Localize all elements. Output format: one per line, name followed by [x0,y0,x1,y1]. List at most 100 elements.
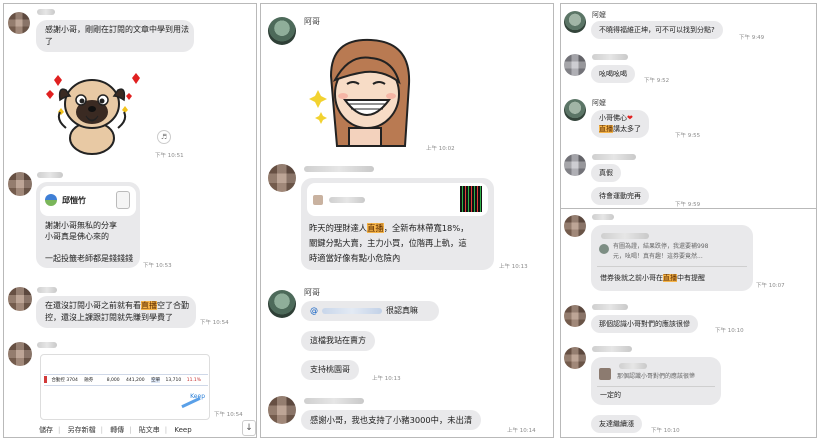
mention-at: @ [310,306,318,315]
message-bubble[interactable]: 小哥佛心❤ 直播講太多了 [591,110,649,138]
message-text: 時適當好像有點小危險內 [309,253,401,263]
chat-panel-3: 阿嬤 不曉得福維正坤，可不可以找到分點? 下午 9:49 吆喝吆喝 下午 9:5… [560,3,817,211]
sender-name [592,54,628,60]
timestamp: 下午 10:54 [214,412,243,418]
forward-button[interactable]: 轉傳 [110,426,124,434]
save-button[interactable]: 儲存 [39,426,53,434]
divider [597,386,715,387]
avatar[interactable] [8,12,30,34]
avatar[interactable] [8,172,32,196]
flag-icon [44,376,47,383]
message-text: 感謝小哥，剛剛在訂閱的文章中學到用法 [45,25,189,34]
message-text: 一起投籤老師都是錢錢錢 [45,254,133,263]
timestamp: 下午 9:49 [739,35,765,41]
timestamp: 下午 10:54 [200,320,229,326]
save-as-button[interactable]: 另存新檔 [68,426,96,434]
avatar[interactable] [268,396,296,424]
message-bubble[interactable]: 感謝小哥，剛剛在訂閱的文章中學到用法 了 [36,20,194,52]
mention-blur [322,307,382,314]
chat-panel-1: 感謝小哥，剛剛在訂閱的文章中學到用法 了 ♬ 下午 10:51 邱愷竹 謝謝小哥… [3,3,257,438]
quote-row: 合勤控 3704 融券 8,000 441,200 空單 13,710 11.1… [44,374,208,386]
message-bubble[interactable]: @ 很認真嘛 [301,301,439,321]
message-text: 直播講太多了 [599,124,641,135]
message-bubble[interactable]: 感謝小哥，我也支持了小豬3000中，未出清 [301,410,482,430]
timestamp: 上午 10:13 [372,376,401,382]
sender-name: 阿嬤 [592,11,606,19]
quote-cell: 8,000 [106,378,120,383]
text-segment: 在還沒訂閱小哥之前就有看 [45,301,141,310]
reply-sender [601,233,649,239]
keyword-highlight: 直播 [367,223,384,233]
sender-name: 阿哥 [304,288,320,297]
avatar[interactable] [268,164,296,192]
avatar[interactable] [564,305,586,327]
reply-bubble[interactable]: 那個認識小哥對們的應該很慘 一定的 [591,357,721,405]
message-bubble[interactable]: 不曉得福維正坤，可不可以找到分點? [591,21,723,39]
message-bubble[interactable]: 待會運動完再 [591,187,649,205]
avatar[interactable] [564,54,586,76]
avatar[interactable] [564,11,586,33]
globe-icon [45,194,57,206]
message-bubble[interactable]: 真假 [591,164,621,182]
avatar[interactable] [564,154,586,176]
reply-quote: 元，吆喝！真有趣！這券要竟然... [613,253,703,260]
message-text: 關鍵分點大賣，主力小買，位階再上軌，這 [309,238,467,248]
quote-cell: 融券 [84,378,94,383]
sender-name [37,9,55,15]
sender-name [592,346,632,352]
avatar[interactable] [268,290,296,318]
sender-name [304,166,374,172]
sound-icon[interactable]: ♬ [157,130,171,144]
text-segment: 中有提醒 [677,274,705,282]
sender-name [37,172,63,178]
reply-avatar [599,244,609,254]
girl-sticker[interactable] [307,36,423,148]
avatar[interactable] [564,99,586,121]
avatar[interactable] [268,17,296,45]
screenshot-image[interactable]: 合勤控 3704 融券 8,000 441,200 空單 13,710 11.1… [40,354,210,420]
keyword-highlight: 直播 [599,125,613,133]
text-segment: 小哥佛心 [599,114,627,122]
timestamp: 下午 10:07 [756,283,785,289]
message-bubble[interactable]: 那個認識小哥對們的應該很慘 [591,315,698,333]
post-button[interactable]: 貼文串 [139,426,160,434]
message-bubble[interactable]: 在還沒訂閱小哥之前就有看直播空了合勤 控，還沒上課跟訂閱就先賺到學費了 [36,296,196,328]
divider [597,266,747,267]
sender-name: 阿哥 [304,17,320,26]
timestamp: 下午 10:51 [155,153,184,159]
avatar[interactable] [8,287,32,311]
timestamp: 上午 10:14 [507,428,536,434]
quote-cell: 11.1% [186,378,201,383]
message-bubble[interactable]: 支持桃園哥 [301,360,359,380]
avatar[interactable] [8,342,32,366]
text-segment: 很認真嘛 [386,306,418,315]
message-bubble[interactable]: 這檔我站在賣方 [301,331,375,351]
pug-sticker[interactable] [40,68,144,156]
message-bubble[interactable]: 吆喝吆喝 [591,65,635,83]
message-bubble[interactable]: 友達繼續漲 [591,415,642,433]
reply-bubble[interactable]: 有圖為證，結果跌停，我還要補998 元，吆喝！真有趣！這券要竟然... 借券後就… [591,225,753,291]
contact-card-name: 邱愷竹 [62,196,86,205]
message-text: @ 很認真嘛 [310,305,430,317]
message-bubble[interactable]: 昨天的理財達人直播，全新布林帶寬18%， 關鍵分點大賣，主力小買，位階再上軌，這… [301,178,494,270]
sender-name: 阿嬤 [592,99,606,107]
chart-thumbnail [460,186,482,212]
sender-name [37,342,57,348]
reply-avatar [599,368,611,380]
message-text: 小哥真是佛心來的 [45,232,109,241]
contact-card[interactable]: 邱愷竹 [40,186,136,216]
text-segment: 講太多了 [613,125,641,133]
scroll-down-button[interactable]: ↓ [242,420,256,436]
timestamp: 下午 9:52 [644,78,670,84]
message-text: 在還沒訂閱小哥之前就有看直播空了合勤 [45,300,189,312]
chat-panel-2: 阿哥 上午 10:02 昨天的理財達人直播，全新布林帶寬18%， 關鍵分點大賣，… [260,3,554,438]
sender-name [592,304,628,310]
link-preview[interactable] [307,183,488,216]
timestamp: 上午 10:02 [426,146,455,152]
avatar[interactable] [564,215,586,237]
keep-button[interactable]: Keep [174,426,191,434]
avatar[interactable] [564,347,586,369]
message-text: 昨天的理財達人直播，全新布林帶寬18%， [309,221,469,236]
text-segment: 空了合勤 [157,301,189,310]
contact-card-bubble[interactable]: 邱愷竹 謝謝小哥無私的分享 小哥真是佛心來的 一起投籤老師都是錢錢錢 [36,182,140,268]
